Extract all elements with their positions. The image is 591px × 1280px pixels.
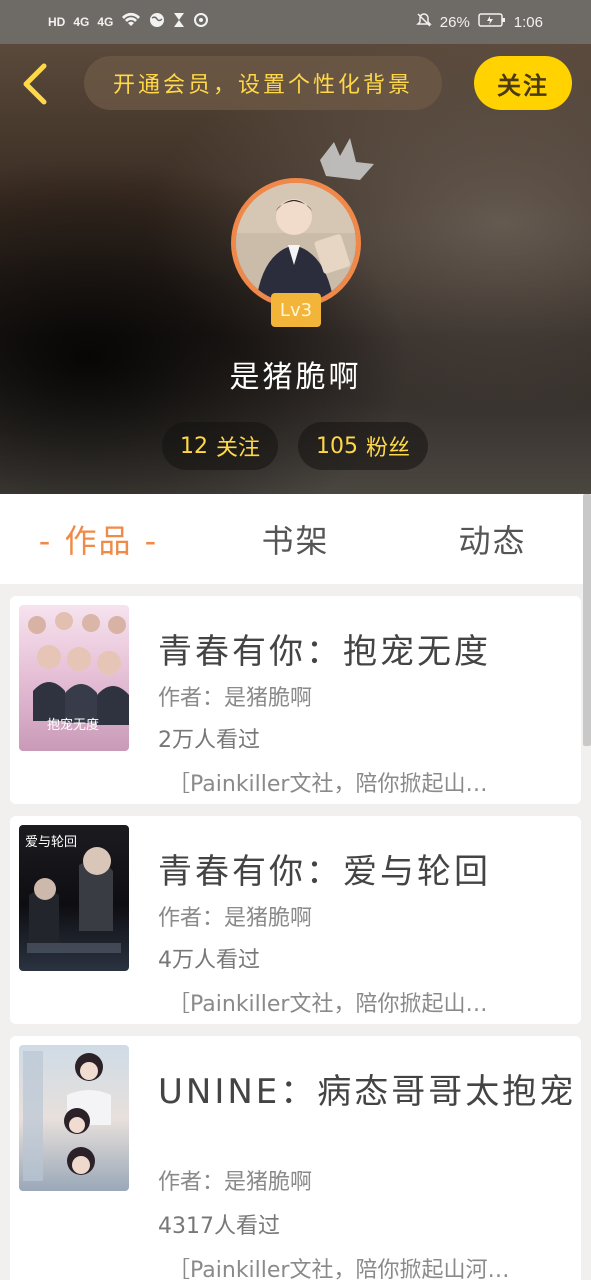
hourglass-icon — [173, 12, 185, 32]
work-card[interactable]: UNINE：病态哥哥太抱宠 作者：是猪脆啊 4317人看过 ［Painkille… — [10, 1036, 581, 1280]
fans-stat[interactable]: 105 粉丝 — [298, 422, 428, 470]
scrollbar[interactable] — [583, 494, 591, 746]
book-cover[interactable] — [19, 1045, 129, 1191]
profile-header: 开通会员，设置个性化背景 关注 Lv3 是猪脆啊 12 关注 105 粉丝 — [0, 44, 591, 494]
work-title: 青春有你：爱与轮回 — [158, 852, 491, 892]
avatar-photo — [236, 183, 356, 303]
signal-4g-icon: 4G — [73, 15, 90, 29]
follow-button[interactable]: 关注 — [474, 56, 572, 110]
cover-art — [23, 1051, 111, 1181]
back-button[interactable] — [18, 62, 52, 106]
book-cover[interactable]: 爱与轮回 — [19, 825, 129, 971]
work-author: 作者：是猪脆啊 — [158, 686, 313, 711]
status-left: HD 4G 4G — [48, 12, 209, 32]
work-views: 2万人看过 — [158, 728, 260, 753]
following-count: 12 — [179, 433, 208, 459]
fans-count: 105 — [315, 433, 358, 459]
sync-icon — [193, 12, 209, 32]
battery-percent: 26% — [439, 13, 470, 31]
tab-works[interactable]: - 作品 - — [0, 516, 197, 562]
work-views: 4317人看过 — [158, 1214, 280, 1239]
crown-icon — [320, 138, 374, 180]
tab-activity[interactable]: 动态 — [394, 516, 591, 562]
fans-label: 粉丝 — [365, 436, 410, 461]
work-title: 青春有你：抱宠无度 — [158, 632, 491, 672]
status-bar: HD 4G 4G 26% 1:06 — [0, 0, 591, 44]
level-badge: Lv3 — [271, 293, 321, 327]
work-card[interactable]: 抱宠无度 青春有你：抱宠无度 作者：是猪脆啊 2万人看过 ［Painkiller… — [10, 596, 581, 804]
following-stat[interactable]: 12 关注 — [162, 422, 278, 470]
cover-caption: 抱宠无度 — [47, 717, 100, 732]
tab-bar: - 作品 - 书架 动态 — [0, 494, 591, 584]
mute-bell-icon — [415, 12, 432, 32]
cover-caption: 爱与轮回 — [25, 834, 78, 849]
work-author: 作者：是猪脆啊 — [158, 1170, 313, 1195]
status-right: 26% 1:06 — [415, 12, 543, 32]
work-author: 作者：是猪脆啊 — [158, 906, 313, 931]
work-description: ［Painkiller文社，陪你掀起山… — [168, 992, 488, 1017]
wifi-icon — [121, 12, 141, 32]
hd-icon: HD — [48, 15, 66, 29]
globe-icon — [149, 12, 165, 32]
work-views: 4万人看过 — [158, 948, 260, 973]
battery-icon — [478, 12, 506, 32]
back-arrow-icon — [23, 63, 47, 105]
avatar[interactable] — [231, 178, 361, 308]
work-title: UNINE：病态哥哥太抱宠 — [158, 1072, 577, 1112]
vip-background-banner[interactable]: 开通会员，设置个性化背景 — [84, 56, 442, 110]
tab-bookshelf[interactable]: 书架 — [197, 516, 394, 562]
username: 是猪脆啊 — [229, 360, 362, 395]
signal-4g-icon-2: 4G — [97, 15, 114, 29]
work-description: ［Painkiller文社，陪你掀起山河… — [168, 1258, 510, 1280]
clock: 1:06 — [513, 13, 543, 31]
work-description: ［Painkiller文社，陪你掀起山… — [168, 772, 488, 797]
work-card[interactable]: 爱与轮回 青春有你：爱与轮回 作者：是猪脆啊 4万人看过 ［Painkiller… — [10, 816, 581, 1024]
following-label: 关注 — [215, 436, 260, 461]
book-cover[interactable]: 抱宠无度 — [19, 605, 129, 751]
